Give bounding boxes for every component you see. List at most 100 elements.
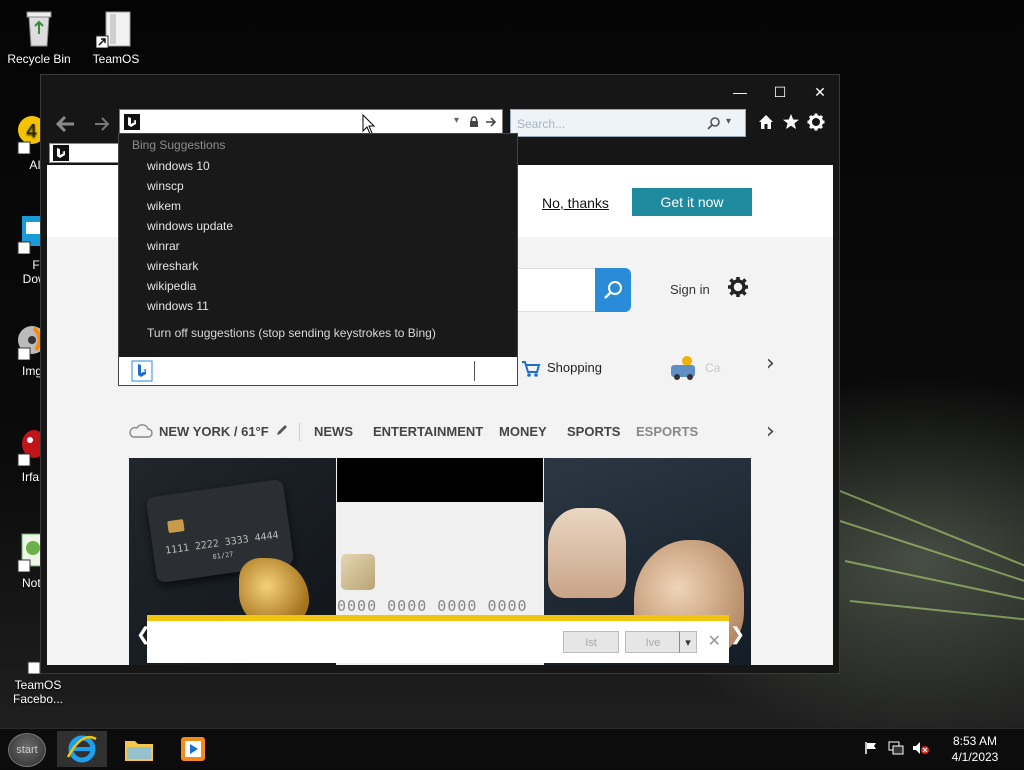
news-bar: NEW YORK / 61°F NEWS ENTERTAINMENT MONEY…: [127, 421, 757, 445]
media-player-icon: [181, 737, 205, 761]
weather-location[interactable]: NEW YORK / 61°F: [159, 424, 269, 439]
taskbar-internet-explorer[interactable]: [57, 731, 107, 767]
settings-button[interactable]: [727, 276, 749, 304]
sign-in-link[interactable]: Sign in: [670, 282, 710, 297]
folder-icon: [125, 741, 153, 761]
home-icon: [759, 115, 773, 129]
tab-esports[interactable]: ESPORTS: [636, 424, 698, 439]
folder-icon: [95, 8, 136, 49]
no-thanks-link[interactable]: No, thanks: [542, 195, 609, 211]
svg-text:4: 4: [26, 121, 37, 142]
search-placeholder: Search...: [517, 117, 566, 131]
taskbar-file-explorer[interactable]: [114, 731, 164, 767]
internet-explorer-icon: [66, 735, 97, 763]
suggestions-footer: [119, 357, 517, 385]
bing-favicon-icon: [124, 114, 140, 130]
notification-bar: Ist Ive ▾ ✕: [147, 615, 729, 663]
close-button[interactable]: ✕: [805, 81, 835, 103]
quick-links: Shopping Ca: [517, 355, 777, 385]
recycle-bin-icon: [19, 8, 59, 48]
tools-button[interactable]: [805, 113, 827, 135]
star-icon: [783, 114, 799, 129]
taskbar-media-player[interactable]: [168, 731, 218, 767]
desktop-icon-label: TeamOS Facebo...: [12, 678, 64, 706]
suggestions-header: Bing Suggestions: [132, 138, 226, 152]
gear-icon: [728, 277, 748, 297]
network-icon[interactable]: [888, 741, 904, 758]
bing-search-input[interactable]: [517, 268, 595, 312]
clock-time: 8:53 AM: [952, 734, 998, 748]
carousel-next-icon[interactable]: ❯: [730, 624, 745, 645]
notepad-icon: [4, 532, 45, 573]
hearing-aid-image: [548, 508, 626, 598]
address-dropdown-icon[interactable]: ▾: [454, 115, 459, 126]
favorites-button[interactable]: [780, 113, 802, 135]
bing-logo-icon[interactable]: [131, 360, 153, 382]
news-divider: [299, 423, 300, 441]
tab-bing[interactable]: [49, 143, 121, 163]
suggestion-item[interactable]: windows update: [147, 219, 233, 233]
suggestion-item[interactable]: wikem: [147, 199, 181, 213]
system-clock[interactable]: 8:53 AM 4/1/2023: [940, 733, 1010, 765]
suggestion-item[interactable]: wireshark: [147, 259, 198, 273]
address-bar[interactable]: ▾: [119, 109, 503, 135]
pencil-icon[interactable]: [275, 423, 289, 437]
tab-entertainment[interactable]: ENTERTAINMENT: [373, 424, 483, 439]
back-arrow-icon: [55, 115, 74, 133]
tab-news[interactable]: NEWS: [314, 424, 353, 439]
disc-icon: [4, 320, 46, 361]
get-it-now-button[interactable]: Get it now: [632, 188, 752, 216]
search-box[interactable]: Search... ▾: [510, 109, 746, 137]
desktop-icon-label: Recycle Bin: [7, 52, 71, 66]
home-button[interactable]: [755, 113, 777, 135]
desktop-icon-teamos[interactable]: TeamOS: [78, 8, 154, 66]
wallpaper-streak: [849, 600, 1024, 621]
cloud-icon: [129, 424, 153, 438]
forward-button[interactable]: [89, 113, 115, 135]
search-icon[interactable]: [707, 116, 721, 130]
news-tabs-next-icon[interactable]: ›: [766, 419, 775, 444]
search-icon: [604, 281, 622, 299]
suggestion-item[interactable]: wikipedia: [147, 279, 196, 293]
aim-icon: 4: [4, 114, 46, 155]
volume-muted-icon[interactable]: [912, 741, 930, 758]
bing-favicon-icon: [53, 145, 69, 161]
maximize-button[interactable]: ☐: [765, 81, 795, 103]
wallpaper-streak: [839, 520, 1024, 584]
start-button[interactable]: start: [8, 733, 46, 767]
minimize-button[interactable]: —: [725, 81, 755, 103]
search-provider-dropdown-icon[interactable]: ▾: [726, 116, 731, 127]
action-center-flag-icon[interactable]: [864, 741, 878, 758]
shopping-link[interactable]: Shopping: [547, 360, 602, 375]
lock-icon[interactable]: [468, 116, 480, 128]
suggestion-item[interactable]: winscp: [147, 179, 184, 193]
forward-arrow-icon: [95, 117, 110, 131]
back-button[interactable]: [53, 113, 79, 135]
wallpaper-streak: [844, 560, 1024, 602]
suggestion-item[interactable]: windows 11: [147, 299, 209, 313]
clock-date: 4/1/2023: [951, 750, 999, 764]
title-bar[interactable]: — ☐ ✕: [41, 75, 839, 107]
footer-separator: [474, 361, 475, 381]
taskbar: start 8:53 AM 4/1/2023: [0, 728, 1024, 769]
notification-close-icon[interactable]: ✕: [708, 631, 721, 651]
suggestion-item[interactable]: winrar: [147, 239, 180, 253]
tab-sports[interactable]: SPORTS: [567, 424, 620, 439]
notification-button-2[interactable]: Ive: [625, 631, 681, 653]
notification-button-1[interactable]: Ist: [563, 631, 619, 653]
notification-dropdown-icon[interactable]: ▾: [679, 631, 697, 653]
quick-links-next-icon[interactable]: ›: [766, 351, 775, 376]
irfanview-icon: [4, 426, 46, 467]
suggestion-item[interactable]: windows 10: [147, 159, 210, 173]
search-suggestions-dropdown: Bing Suggestions windows 10 winscp wikem…: [118, 133, 518, 386]
cars-link[interactable]: Ca: [705, 361, 720, 375]
gear-icon: [807, 113, 825, 131]
tab-money[interactable]: MONEY: [499, 424, 547, 439]
bing-search-button[interactable]: [595, 268, 631, 312]
download-icon: [4, 214, 44, 255]
desktop-icon-label: TeamOS: [92, 52, 140, 66]
desktop-icon-recycle-bin[interactable]: Recycle Bin: [1, 8, 77, 66]
turn-off-suggestions-link[interactable]: Turn off suggestions (stop sending keyst…: [147, 326, 436, 340]
go-arrow-icon[interactable]: [484, 115, 498, 129]
car-icon: [671, 356, 695, 380]
